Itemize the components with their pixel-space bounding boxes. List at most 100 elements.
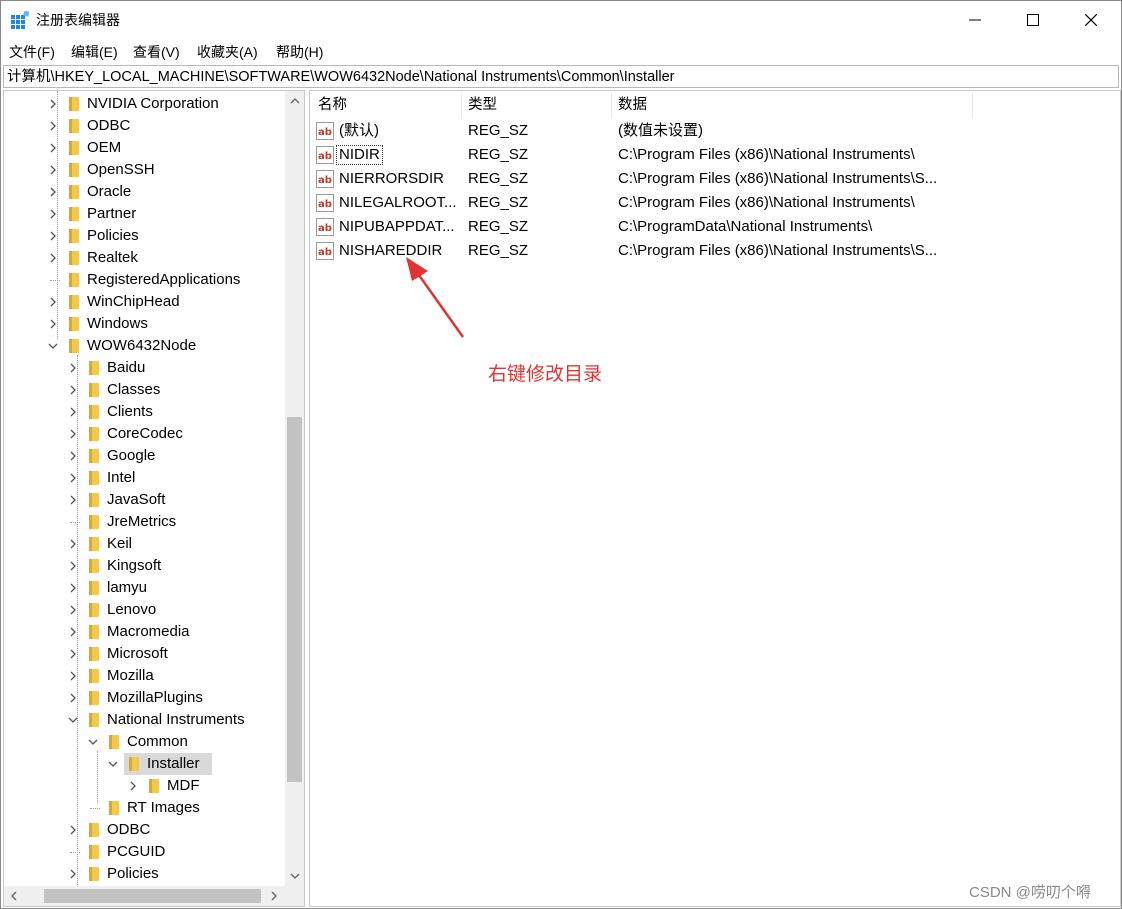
tree-node[interactable]: Clients <box>4 401 286 423</box>
tree-node[interactable]: Partner <box>4 203 286 225</box>
value-row[interactable]: ab NIDIR REG_SZ C:\Program Files (x86)\Nati… <box>310 143 1120 167</box>
tree-node[interactable]: JreMetrics <box>4 511 286 533</box>
value-type: REG_SZ <box>468 170 529 187</box>
tree-node[interactable]: WinChipHead <box>4 291 286 313</box>
tree-node[interactable]: Policies <box>4 863 286 885</box>
value-row[interactable]: ab NILEGALROOT... REG_SZ C:\Program Files (… <box>310 191 1120 215</box>
chevron-right-icon[interactable] <box>68 538 78 550</box>
column-separator[interactable] <box>461 93 462 119</box>
chevron-right-icon[interactable] <box>68 428 78 440</box>
chevron-right-icon[interactable] <box>48 230 58 242</box>
tree-node[interactable]: OpenSSH <box>4 159 286 181</box>
menu-file[interactable]: 文件(F) <box>9 42 55 62</box>
tree-node[interactable]: Windows <box>4 313 286 335</box>
tree-node[interactable]: OEM <box>4 137 286 159</box>
chevron-down-icon[interactable] <box>108 758 118 770</box>
menu-edit[interactable]: 编辑(E) <box>71 42 118 62</box>
chevron-down-icon[interactable] <box>68 714 78 726</box>
tree-node[interactable]: ODBC <box>4 819 286 841</box>
chevron-right-icon[interactable] <box>68 472 78 484</box>
tree-vertical-scrollbar[interactable] <box>285 91 304 886</box>
tree-node[interactable]: Keil <box>4 533 286 555</box>
menu-favorites[interactable]: 收藏夹(A) <box>197 42 258 62</box>
tree-node[interactable]: lamyu <box>4 577 286 599</box>
tree-node[interactable]: Common <box>4 731 286 753</box>
tree-node[interactable]: Macromedia <box>4 621 286 643</box>
scroll-down-arrow-icon[interactable] <box>285 866 304 886</box>
chevron-right-icon[interactable] <box>48 318 58 330</box>
tree-node[interactable]: NVIDIA Corporation <box>4 93 286 115</box>
tree-horizontal-scrollbar[interactable] <box>4 886 304 906</box>
chevron-right-icon[interactable] <box>68 494 78 506</box>
tree-node[interactable]: RegisteredApplications <box>4 269 286 291</box>
tree-node[interactable]: Kingsoft <box>4 555 286 577</box>
chevron-right-icon[interactable] <box>68 824 78 836</box>
chevron-right-icon[interactable] <box>128 780 138 792</box>
chevron-right-icon[interactable] <box>48 208 58 220</box>
tree-node[interactable]: Microsoft <box>4 643 286 665</box>
tree-node[interactable]: Google <box>4 445 286 467</box>
address-bar[interactable]: 计算机\HKEY_LOCAL_MACHINE\SOFTWARE\WOW6432N… <box>3 65 1119 88</box>
menu-view[interactable]: 查看(V) <box>133 42 180 62</box>
chevron-right-icon[interactable] <box>48 142 58 154</box>
maximize-button[interactable] <box>1004 1 1062 39</box>
chevron-right-icon[interactable] <box>68 626 78 638</box>
value-row[interactable]: ab NIPUBAPPDAT... REG_SZ C:\ProgramData\Nat… <box>310 215 1120 239</box>
value-row[interactable]: ab NIERRORSDIR REG_SZ C:\Program Files (x86… <box>310 167 1120 191</box>
tree-node[interactable]: Mozilla <box>4 665 286 687</box>
tree-node[interactable]: PCGUID <box>4 841 286 863</box>
chevron-right-icon[interactable] <box>68 582 78 594</box>
column-separator[interactable] <box>972 93 973 119</box>
chevron-right-icon[interactable] <box>48 98 58 110</box>
tree-node[interactable]: Realtek <box>4 247 286 269</box>
value-type: REG_SZ <box>468 146 529 163</box>
tree-node[interactable]: Policies <box>4 225 286 247</box>
chevron-right-icon[interactable] <box>68 362 78 374</box>
chevron-down-icon[interactable] <box>88 736 98 748</box>
chevron-right-icon[interactable] <box>68 670 78 682</box>
tree-vertical-scroll-thumb[interactable] <box>287 417 302 782</box>
tree-node[interactable]: National Instruments <box>4 709 286 731</box>
value-row[interactable]: ab (默认) REG_SZ (数值未设置) <box>310 119 1120 143</box>
chevron-right-icon[interactable] <box>48 252 58 264</box>
tree-node[interactable]: Lenovo <box>4 599 286 621</box>
chevron-right-icon[interactable] <box>68 692 78 704</box>
tree-node[interactable]: JavaSoft <box>4 489 286 511</box>
tree-node[interactable]: CoreCodec <box>4 423 286 445</box>
chevron-right-icon[interactable] <box>48 186 58 198</box>
column-header-data[interactable]: 数据 <box>618 91 647 119</box>
tree-node[interactable]: MozillaPlugins <box>4 687 286 709</box>
tree-node[interactable]: Intel <box>4 467 286 489</box>
chevron-right-icon[interactable] <box>48 296 58 308</box>
column-header-name[interactable]: 名称 <box>318 91 347 119</box>
chevron-right-icon[interactable] <box>68 560 78 572</box>
tree-node[interactable]: Baidu <box>4 357 286 379</box>
key-tree-pane[interactable]: NVIDIA Corporation ODBC OEM OpenSSH Oracle Pa… <box>3 90 305 907</box>
chevron-right-icon[interactable] <box>68 604 78 616</box>
menu-help[interactable]: 帮助(H) <box>276 42 323 62</box>
tree-node[interactable]: Oracle <box>4 181 286 203</box>
chevron-right-icon[interactable] <box>68 406 78 418</box>
tree-node[interactable]: Classes <box>4 379 286 401</box>
column-header-type[interactable]: 类型 <box>468 91 497 119</box>
minimize-button[interactable] <box>946 1 1004 39</box>
chevron-right-icon[interactable] <box>68 450 78 462</box>
tree-node[interactable]: RT Images <box>4 797 286 819</box>
tree-node[interactable]: MDF <box>4 775 286 797</box>
scroll-right-arrow-icon[interactable] <box>264 886 284 906</box>
chevron-right-icon[interactable] <box>68 384 78 396</box>
tree-node[interactable]: WOW6432Node <box>4 335 286 357</box>
scroll-up-arrow-icon[interactable] <box>285 91 304 111</box>
chevron-down-icon[interactable] <box>48 340 58 352</box>
scroll-left-arrow-icon[interactable] <box>4 886 24 906</box>
chevron-right-icon[interactable] <box>48 120 58 132</box>
tree-horizontal-scroll-thumb[interactable] <box>44 889 261 903</box>
column-separator[interactable] <box>611 93 612 119</box>
values-list-pane[interactable]: 名称 类型 数据 ab (默认) REG_SZ (数值未设置) ab NIDIR REG_S… <box>309 90 1121 907</box>
close-button[interactable] <box>1062 1 1120 39</box>
chevron-right-icon[interactable] <box>68 868 78 880</box>
tree-node[interactable]: ODBC <box>4 115 286 137</box>
chevron-right-icon[interactable] <box>48 164 58 176</box>
chevron-right-icon[interactable] <box>68 648 78 660</box>
tree-node[interactable]: Installer <box>4 753 286 775</box>
